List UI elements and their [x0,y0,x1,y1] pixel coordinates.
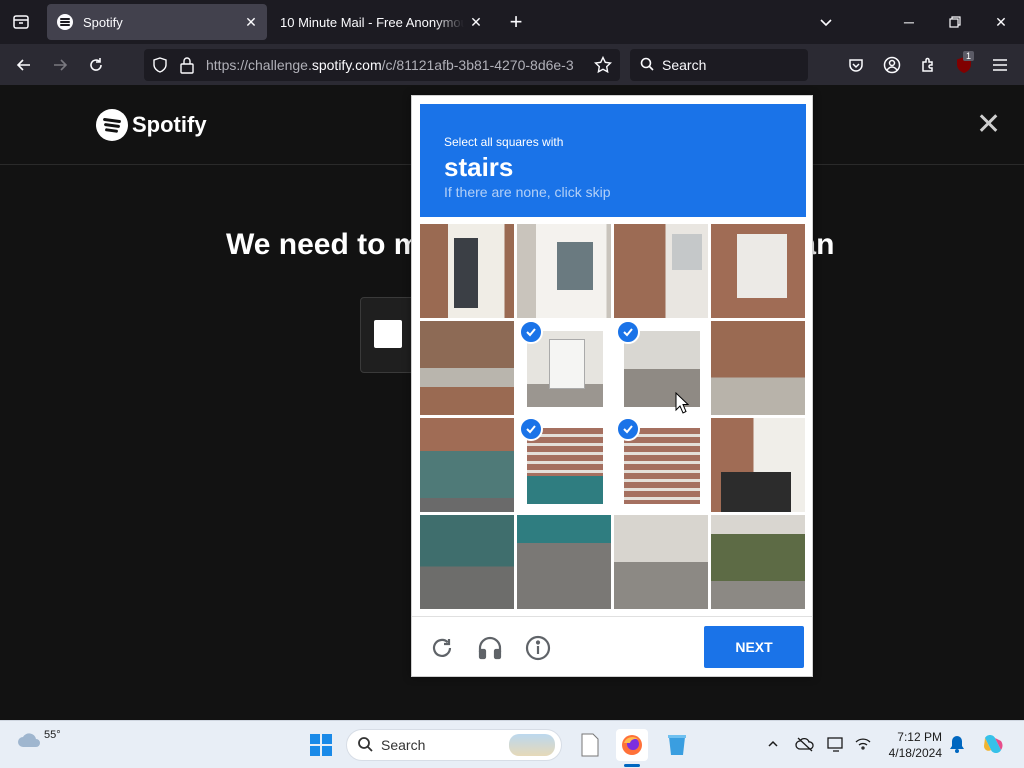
recycle-bin-icon[interactable] [661,729,693,761]
next-button[interactable]: NEXT [704,626,804,668]
chevron-up-icon[interactable] [762,733,784,755]
tab-title: 10 Minute Mail - Free Anonymous Temporar… [280,14,464,30]
copilot-icon[interactable] [980,731,1006,757]
taskbar-search[interactable]: Search [346,729,562,761]
file-explorer-icon[interactable] [574,729,606,761]
firefox-icon[interactable] [616,729,648,767]
footer-divider [412,616,812,617]
extension-badge: 1 [963,51,975,61]
browser-tab-bar: Spotify ✕ 10 Minute Mail - Free Anonymou… [0,0,1024,44]
challenge-prompt: Select all squares with stairs If there … [420,104,806,217]
close-window-button[interactable]: ✕ [978,0,1024,44]
account-icon[interactable] [877,50,907,80]
display-icon[interactable] [825,733,847,755]
hamburger-menu-icon[interactable] [985,50,1015,80]
weather-widget[interactable]: 55° [16,729,61,751]
tab-title: Spotify [83,14,123,30]
image-grid [420,224,806,610]
search-placeholder: Search [662,57,707,73]
search-icon [357,736,373,755]
back-icon[interactable] [9,50,39,80]
ublock-extension-icon[interactable]: 1 [949,50,979,80]
image-tile[interactable] [420,321,514,415]
taskbar-search-placeholder: Search [381,737,426,753]
close-icon[interactable]: ✕ [976,110,1001,140]
prompt-target: stairs [444,152,514,182]
spotify-favicon-icon [57,14,73,30]
checkmark-icon [616,320,640,344]
bookmark-star-icon[interactable] [593,55,613,79]
image-tile[interactable] [614,224,708,318]
prompt-hint: If there are none, click skip [444,184,611,200]
image-tile[interactable] [420,515,514,609]
restore-button[interactable] [932,0,978,44]
image-tile[interactable] [711,224,805,318]
captcha-checkbox[interactable] [374,320,402,348]
checkmark-icon [519,417,543,441]
close-tab-icon[interactable]: ✕ [239,10,263,34]
headphones-icon[interactable] [476,634,504,662]
image-tile[interactable] [420,418,514,512]
windows-taskbar: 55° Search 7:12 PM 4/18/2024 [0,720,1024,768]
tab-10-minute-mail[interactable]: 10 Minute Mail - Free Anonymous Temporar… [270,4,492,40]
image-tile[interactable] [420,224,514,318]
checkmark-icon [616,417,640,441]
navigation-toolbar: https://challenge.spotify.com/c/81121afb… [0,44,1024,85]
network-icon[interactable] [852,733,874,755]
cloud-icon [18,733,40,747]
url-text: https://challenge.spotify.com/c/81121afb… [206,57,574,73]
forward-icon[interactable] [45,50,75,80]
clock-date: 4/18/2024 [888,746,942,760]
active-app-indicator [624,764,640,767]
checkmark-icon [519,320,543,344]
image-tile[interactable] [517,515,611,609]
extensions-icon[interactable] [913,50,943,80]
onedrive-icon[interactable] [794,733,816,755]
captcha-challenge-dialog: Select all squares with stairs If there … [411,95,813,677]
weather-temperature: 55° [44,729,61,741]
new-tab-icon[interactable]: + [502,8,530,36]
lock-icon[interactable] [179,56,195,79]
search-icon [640,57,654,74]
image-tile[interactable] [711,515,805,609]
refresh-icon[interactable] [428,634,456,662]
tab-spotify[interactable]: Spotify ✕ [47,4,267,40]
notification-bell-icon[interactable] [946,733,968,755]
info-icon[interactable] [524,634,552,662]
chevron-down-icon[interactable] [814,10,838,34]
address-bar[interactable]: https://challenge.spotify.com/c/81121afb… [144,49,620,81]
shield-icon[interactable] [152,57,168,78]
close-tab-icon[interactable]: ✕ [464,10,488,34]
image-tile[interactable] [711,321,805,415]
search-highlight-icon [509,734,555,756]
image-tile[interactable] [711,418,805,512]
system-clock[interactable]: 7:12 PM 4/18/2024 [884,729,942,761]
windows-start-icon[interactable] [305,729,337,761]
spotify-logo-icon [96,109,128,141]
clock-time: 7:12 PM [897,730,942,744]
minimize-button[interactable]: ─ [886,0,932,44]
mouse-cursor-icon [675,391,690,419]
image-tile[interactable] [517,224,611,318]
pocket-icon[interactable] [841,50,871,80]
prompt-instruction: Select all squares with [444,135,564,149]
spotify-logo[interactable]: Spotify [96,109,207,141]
spotify-wordmark: Spotify [132,112,207,137]
image-tile[interactable] [614,515,708,609]
reload-icon[interactable] [81,50,111,80]
tab-list-icon[interactable] [0,0,42,44]
search-bar[interactable]: Search [630,49,808,81]
